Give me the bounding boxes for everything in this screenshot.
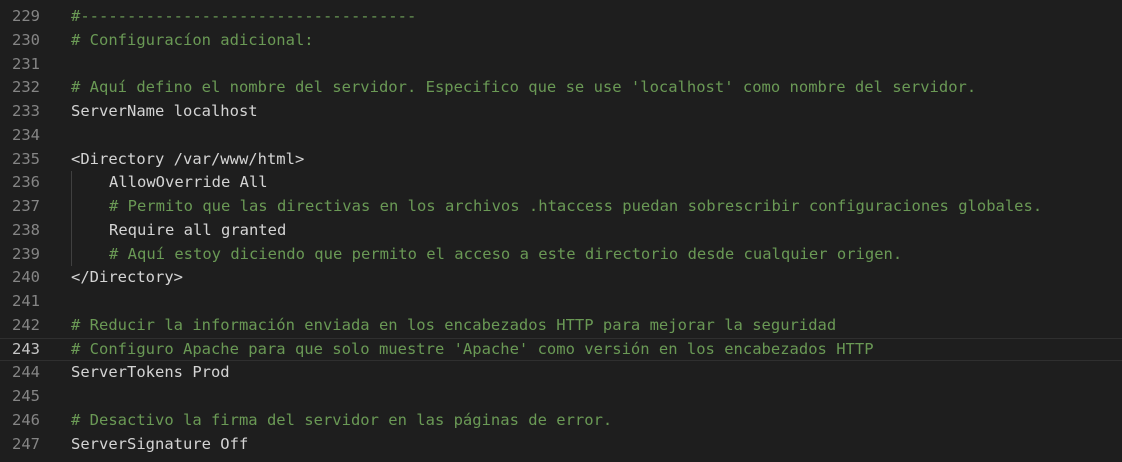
indent-guide [71,171,109,195]
code-line[interactable]: 230 # Configuracíon adicional: [0,29,1122,53]
code-comment: # Permito que las directivas en los arch… [109,197,1043,215]
line-number: 232 [12,78,40,97]
code-text: ServerName localhost [71,102,258,120]
code-line[interactable]: 246 # Desactivo la firma del servidor en … [0,409,1122,433]
current-code-line[interactable]: 243 # Configuro Apache para que solo mues… [0,337,1122,362]
code-text: ServerSignature Off [71,434,249,453]
line-number: 247 [12,434,40,453]
line-number: 233 [12,102,40,120]
code-line[interactable]: 242 # Reducir la información enviada en l… [0,314,1122,338]
code-content[interactable]: # Reducir la información enviada en los … [71,314,1122,338]
code-line[interactable]: 232 # Aquí defino el nombre del servidor.… [0,76,1122,100]
line-number: 244 [12,363,40,382]
line-number: 236 [12,173,40,192]
code-line[interactable]: 229 #------------------------------------ [0,5,1122,29]
indent-guide [71,195,109,219]
line-number: 237 [12,197,40,215]
code-content[interactable] [71,290,1122,314]
code-line[interactable]: 238 Require all granted [0,218,1122,243]
line-number: 238 [12,220,40,239]
code-content[interactable]: AllowOverride All [71,171,1122,195]
line-number: 246 [12,410,40,429]
code-comment: # Configuro Apache para que solo muestre… [71,339,874,358]
code-content[interactable]: ServerSignature Off [71,433,1122,457]
code-comment: # Configuracíon adicional: [71,30,314,49]
code-content[interactable]: #------------------------------------ [71,5,1122,29]
line-number: 229 [12,7,40,25]
line-number: 231 [12,54,40,73]
code-editor[interactable]: 229 #------------------------------------… [0,0,1122,462]
indent-guide [71,242,109,267]
code-comment: # Aquí defino el nombre del servidor. Es… [71,78,977,97]
code-text: AllowOverride All [109,173,268,192]
code-content[interactable]: # Configuracíon adicional: [71,29,1122,53]
code-text: ServerTokens Prod [71,363,230,382]
code-content[interactable] [71,385,1122,409]
line-number: 230 [12,30,40,49]
line-number: 234 [12,125,40,144]
code-text: <Directory /var/www/html> [71,149,305,168]
code-line[interactable]: 240 </Directory> [0,266,1122,290]
code-content[interactable]: Require all granted [71,218,1122,243]
code-line[interactable]: 244 ServerTokens Prod [0,361,1122,385]
code-line[interactable]: 245 [0,385,1122,409]
indent-guide [71,218,109,243]
code-line[interactable]: 231 [0,53,1122,77]
code-comment: # Reducir la información enviada en los … [71,315,837,334]
code-line[interactable]: 237 # Permito que las directivas en los a… [0,195,1122,219]
code-content[interactable]: # Aquí estoy diciendo que permito el acc… [71,242,1122,267]
code-content[interactable]: # Configuro Apache para que solo muestre… [71,339,1122,361]
code-line[interactable]: 236 AllowOverride All [0,171,1122,195]
code-line[interactable]: 241 [0,290,1122,314]
line-number: 243 [12,339,40,358]
code-content[interactable]: </Directory> [71,266,1122,290]
code-content[interactable]: ServerTokens Prod [71,361,1122,385]
code-content[interactable]: # Desactivo la firma del servidor en las… [71,409,1122,433]
line-number: 239 [12,244,40,263]
code-text: </Directory> [71,268,183,287]
code-line[interactable]: 239 # Aquí estoy diciendo que permito el … [0,242,1122,267]
line-number: 241 [12,292,40,310]
code-content[interactable]: # Permito que las directivas en los arch… [71,195,1122,219]
line-number: 235 [12,149,40,168]
code-line[interactable]: 234 [0,124,1122,148]
code-line[interactable]: 233 ServerName localhost [0,100,1122,124]
code-line[interactable]: 247 ServerSignature Off [0,433,1122,457]
code-comment: # Desactivo la firma del servidor en las… [71,410,613,429]
code-content[interactable]: ServerName localhost [71,100,1122,124]
code-content[interactable] [71,124,1122,148]
code-comment: #------------------------------------ [71,7,417,25]
code-content[interactable] [71,53,1122,77]
line-number: 242 [12,315,40,334]
code-comment: # Aquí estoy diciendo que permito el acc… [109,244,903,263]
code-text: Require all granted [109,220,287,239]
code-content[interactable]: # Aquí defino el nombre del servidor. Es… [71,76,1122,100]
code-line[interactable]: 235 <Directory /var/www/html> [0,148,1122,172]
line-number: 240 [12,268,40,287]
line-number: 245 [12,387,40,405]
code-content[interactable]: <Directory /var/www/html> [71,148,1122,172]
